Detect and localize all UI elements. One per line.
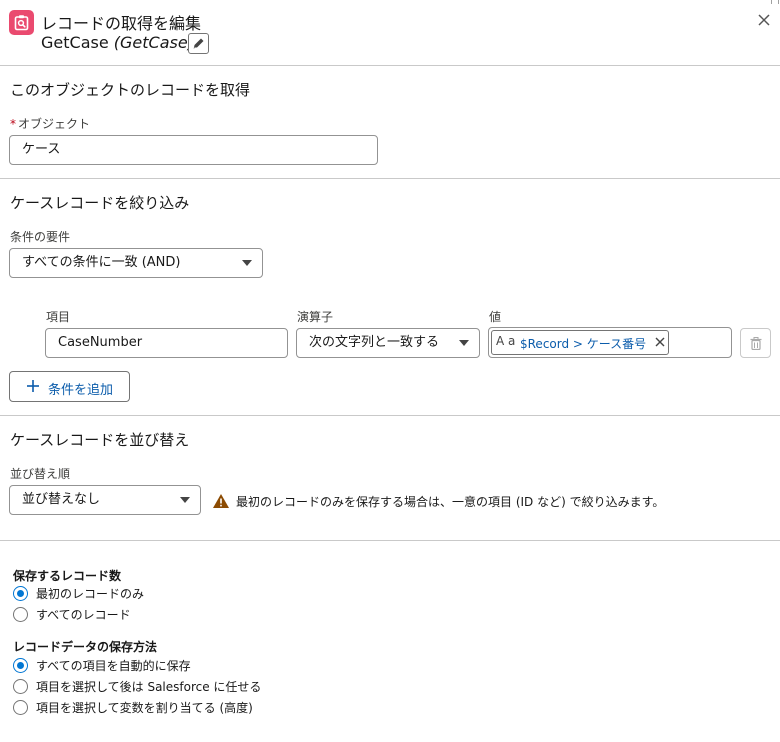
section-divider — [0, 415, 780, 416]
api-name-paren: (GetCase) — [113, 33, 194, 52]
section-title-object: このオブジェクトのレコードを取得 — [10, 81, 251, 99]
delete-condition-button[interactable] — [740, 328, 771, 358]
window-edge — [770, 0, 780, 4]
modal-header: レコードの取得を編集 GetCase (GetCase) — [0, 0, 780, 66]
column-value: 値 — [489, 310, 502, 324]
radio-button[interactable] — [13, 658, 28, 673]
radio-button[interactable] — [13, 607, 28, 622]
remove-pill-icon[interactable] — [654, 336, 666, 348]
element-api-name: GetCase (GetCase) — [41, 33, 194, 52]
plus-icon — [27, 380, 39, 392]
close-button[interactable] — [756, 12, 772, 28]
required-mark: * — [10, 117, 16, 131]
text-type-icon: A a — [496, 334, 516, 348]
pencil-icon — [193, 38, 204, 49]
condition-value-input[interactable]: A a $Record > ケース番号 — [488, 327, 732, 358]
section-title-filter: ケースレコードを絞り込み — [10, 194, 190, 212]
radio-button[interactable] — [13, 700, 28, 715]
caret-down-icon — [180, 497, 190, 503]
radio-label: すべての項目を自動的に保存 — [36, 659, 191, 673]
store-method-label: レコードデータの保存方法 — [13, 640, 158, 654]
trash-icon — [750, 337, 762, 350]
section-title-sort: ケースレコードを並び替え — [10, 431, 190, 449]
api-name-label: GetCase — [41, 33, 109, 52]
radio-label: 項目を選択して後は Salesforce に任せる — [36, 680, 262, 694]
object-label: * オブジェクト — [10, 117, 91, 131]
warning-icon — [213, 494, 229, 508]
caret-down-icon — [242, 260, 252, 266]
sort-order-value: 並び替えなし — [22, 492, 101, 507]
value-pill[interactable]: A a $Record > ケース番号 — [491, 330, 669, 355]
section-divider — [0, 540, 780, 541]
column-field: 項目 — [46, 310, 71, 324]
edit-name-button[interactable] — [188, 33, 209, 54]
object-input[interactable]: ケース — [9, 135, 378, 165]
sort-order-label: 並び替え順 — [10, 467, 71, 481]
sort-warning-text: 最初のレコードのみを保存する場合は、一意の項目 (ID など) で絞り込みます。 — [236, 495, 665, 509]
add-condition-label: 条件を追加 — [48, 383, 114, 398]
sort-order-select[interactable]: 並び替えなし — [9, 485, 201, 515]
value-pill-label: $Record > ケース番号 — [520, 337, 647, 351]
add-condition-button[interactable]: 条件を追加 — [9, 371, 130, 402]
condition-requirement-label: 条件の要件 — [10, 230, 71, 244]
condition-operator-value: 次の文字列と一致する — [309, 335, 440, 350]
modal-title: レコードの取得を編集 — [41, 14, 202, 33]
radio-label: 最初のレコードのみ — [36, 587, 145, 601]
condition-requirement-value: すべての条件に一致 (AND) — [22, 255, 181, 270]
column-operator: 演算子 — [297, 310, 334, 324]
radio-label: すべてのレコード — [36, 608, 131, 622]
condition-requirement-select[interactable]: すべての条件に一致 (AND) — [9, 248, 263, 278]
get-records-icon — [9, 10, 34, 35]
radio-button[interactable] — [13, 586, 28, 601]
close-icon — [758, 14, 770, 26]
radio-button[interactable] — [13, 679, 28, 694]
radio-label: 項目を選択して変数を割り当てる (高度) — [36, 701, 253, 715]
condition-field-input[interactable]: CaseNumber — [45, 328, 288, 358]
caret-down-icon — [459, 340, 469, 346]
store-count-label: 保存するレコード数 — [13, 569, 122, 583]
condition-operator-select[interactable]: 次の文字列と一致する — [296, 328, 480, 358]
section-divider — [0, 178, 780, 179]
